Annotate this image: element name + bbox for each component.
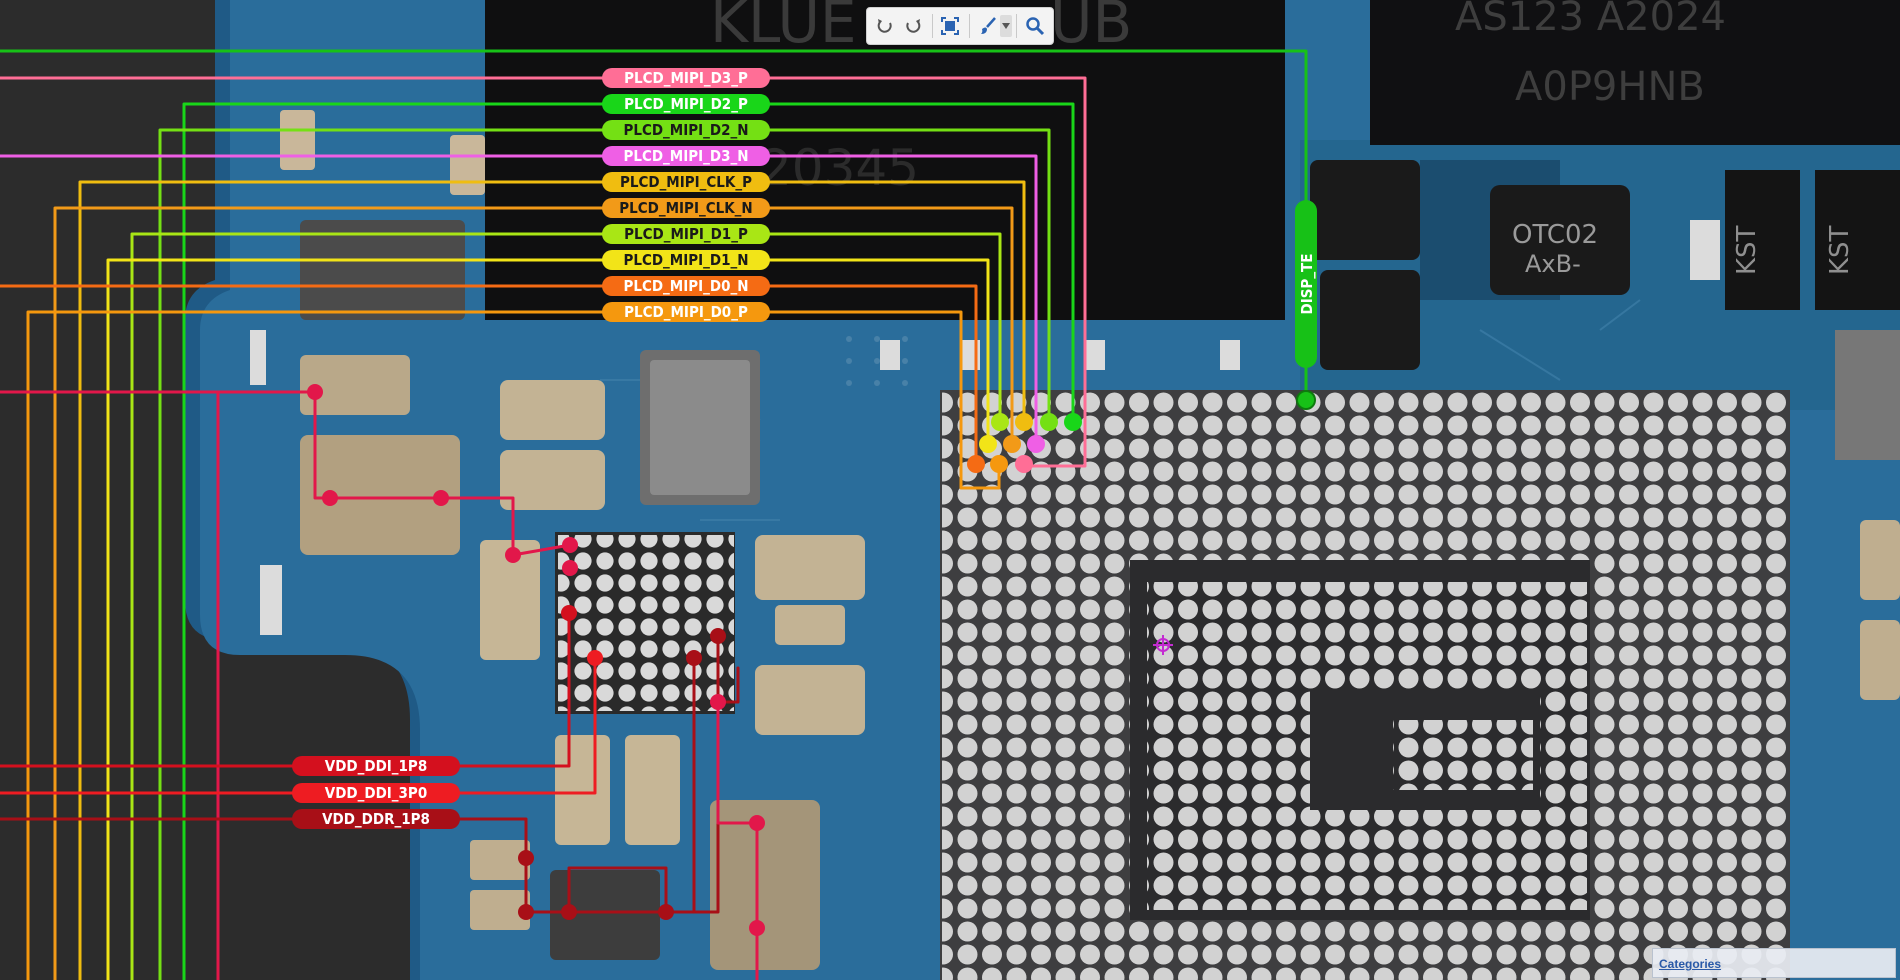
viewer-toolbar — [866, 7, 1054, 45]
net-label-disp-te[interactable]: DISP_TE — [1295, 200, 1317, 368]
chip-marking-right-1: AS123 A2024 — [1455, 0, 1726, 40]
categories-panel[interactable]: Categories — [1652, 948, 1896, 978]
svg-text:PLCD_MIPI_D1_N: PLCD_MIPI_D1_N — [623, 251, 748, 269]
net-label-plcd-mipi-d1-n[interactable]: PLCD_MIPI_D1_N — [602, 250, 770, 270]
net-label-plcd-mipi-clk-n[interactable]: PLCD_MIPI_CLK_N — [602, 198, 770, 218]
small-ic-marking-2: AxB- — [1525, 250, 1581, 278]
net-label-plcd-mipi-d3-p[interactable]: PLCD_MIPI_D3_P — [602, 68, 770, 88]
kst-marking-1: KST — [1732, 225, 1762, 275]
net-label-plcd-mipi-d0-n[interactable]: PLCD_MIPI_D0_N — [602, 276, 770, 296]
toolbar-divider — [968, 14, 970, 38]
pcb-board-canvas[interactable]: KLUE UB AS123 A2024 A0P9HNB 20345 OTC02 … — [0, 0, 1900, 980]
brush-options-dropdown[interactable] — [999, 15, 1012, 37]
svg-text:PLCD_MIPI_D0_P: PLCD_MIPI_D0_P — [624, 303, 748, 321]
net-label-plcd-mipi-d0-p[interactable]: PLCD_MIPI_D0_P — [602, 302, 770, 322]
rotate-right-button[interactable] — [901, 12, 925, 40]
net-label-plcd-mipi-d1-p[interactable]: PLCD_MIPI_D1_P — [602, 224, 770, 244]
svg-text:VDD_DDI_1P8: VDD_DDI_1P8 — [325, 757, 427, 775]
chip-marking-mirrored: 20345 — [760, 139, 919, 197]
rotate-left-button[interactable] — [873, 12, 897, 40]
rotate-left-icon — [877, 19, 892, 33]
categories-link[interactable]: Categories — [1659, 957, 1721, 971]
chip-marking-left-tail: UB — [1050, 0, 1132, 56]
toolbar-divider — [931, 14, 933, 38]
chip-marking-left: KLUE — [710, 0, 857, 56]
svg-text:PLCD_MIPI_D0_N: PLCD_MIPI_D0_N — [623, 277, 748, 295]
fit-view-icon — [941, 17, 960, 35]
net-label-vdd-ddr-1p8[interactable]: VDD_DDR_1P8 — [292, 809, 460, 829]
rotate-right-icon — [906, 19, 921, 33]
net-label-plcd-mipi-d2-p[interactable]: PLCD_MIPI_D2_P — [602, 94, 770, 114]
brush-tool-icon — [980, 17, 996, 34]
svg-text:PLCD_MIPI_D3_N: PLCD_MIPI_D3_N — [623, 147, 748, 165]
net-label-plcd-mipi-d3-n[interactable]: PLCD_MIPI_D3_N — [602, 146, 770, 166]
small-ic-marking-1: OTC02 — [1512, 220, 1598, 250]
svg-text:VDD_DDI_3P0: VDD_DDI_3P0 — [325, 784, 427, 802]
kst-marking-2: KST — [1825, 225, 1855, 275]
pcb-viewer[interactable]: KLUE UB AS123 A2024 A0P9HNB 20345 OTC02 … — [0, 0, 1900, 980]
chip-marking-right-2: A0P9HNB — [1515, 64, 1705, 110]
brush-tool-button[interactable] — [975, 12, 999, 40]
toolbar-divider — [1015, 14, 1017, 38]
svg-text:PLCD_MIPI_CLK_P: PLCD_MIPI_CLK_P — [620, 173, 752, 191]
svg-text:PLCD_MIPI_D1_P: PLCD_MIPI_D1_P — [624, 225, 748, 243]
svg-text:VDD_DDR_1P8: VDD_DDR_1P8 — [322, 810, 430, 828]
svg-text:PLCD_MIPI_D3_P: PLCD_MIPI_D3_P — [624, 69, 748, 87]
net-label-plcd-mipi-d2-n[interactable]: PLCD_MIPI_D2_N — [602, 120, 770, 140]
search-button[interactable] — [1023, 12, 1047, 40]
svg-text:PLCD_MIPI_D2_P: PLCD_MIPI_D2_P — [624, 95, 748, 113]
net-label-vdd-ddi-3p0[interactable]: VDD_DDI_3P0 — [292, 783, 460, 803]
net-label-plcd-mipi-clk-p[interactable]: PLCD_MIPI_CLK_P — [602, 172, 770, 192]
svg-text:PLCD_MIPI_CLK_N: PLCD_MIPI_CLK_N — [619, 199, 752, 217]
dropdown-chevron-icon — [1001, 23, 1010, 29]
svg-text:PLCD_MIPI_D2_N: PLCD_MIPI_D2_N — [623, 121, 748, 139]
search-icon — [1026, 17, 1044, 36]
fit-view-button[interactable] — [938, 12, 962, 40]
small-bga-ball-grid[interactable] — [558, 535, 734, 711]
net-label-vdd-ddi-1p8[interactable]: VDD_DDI_1P8 — [292, 756, 460, 776]
svg-text:DISP_TE: DISP_TE — [1298, 253, 1316, 314]
